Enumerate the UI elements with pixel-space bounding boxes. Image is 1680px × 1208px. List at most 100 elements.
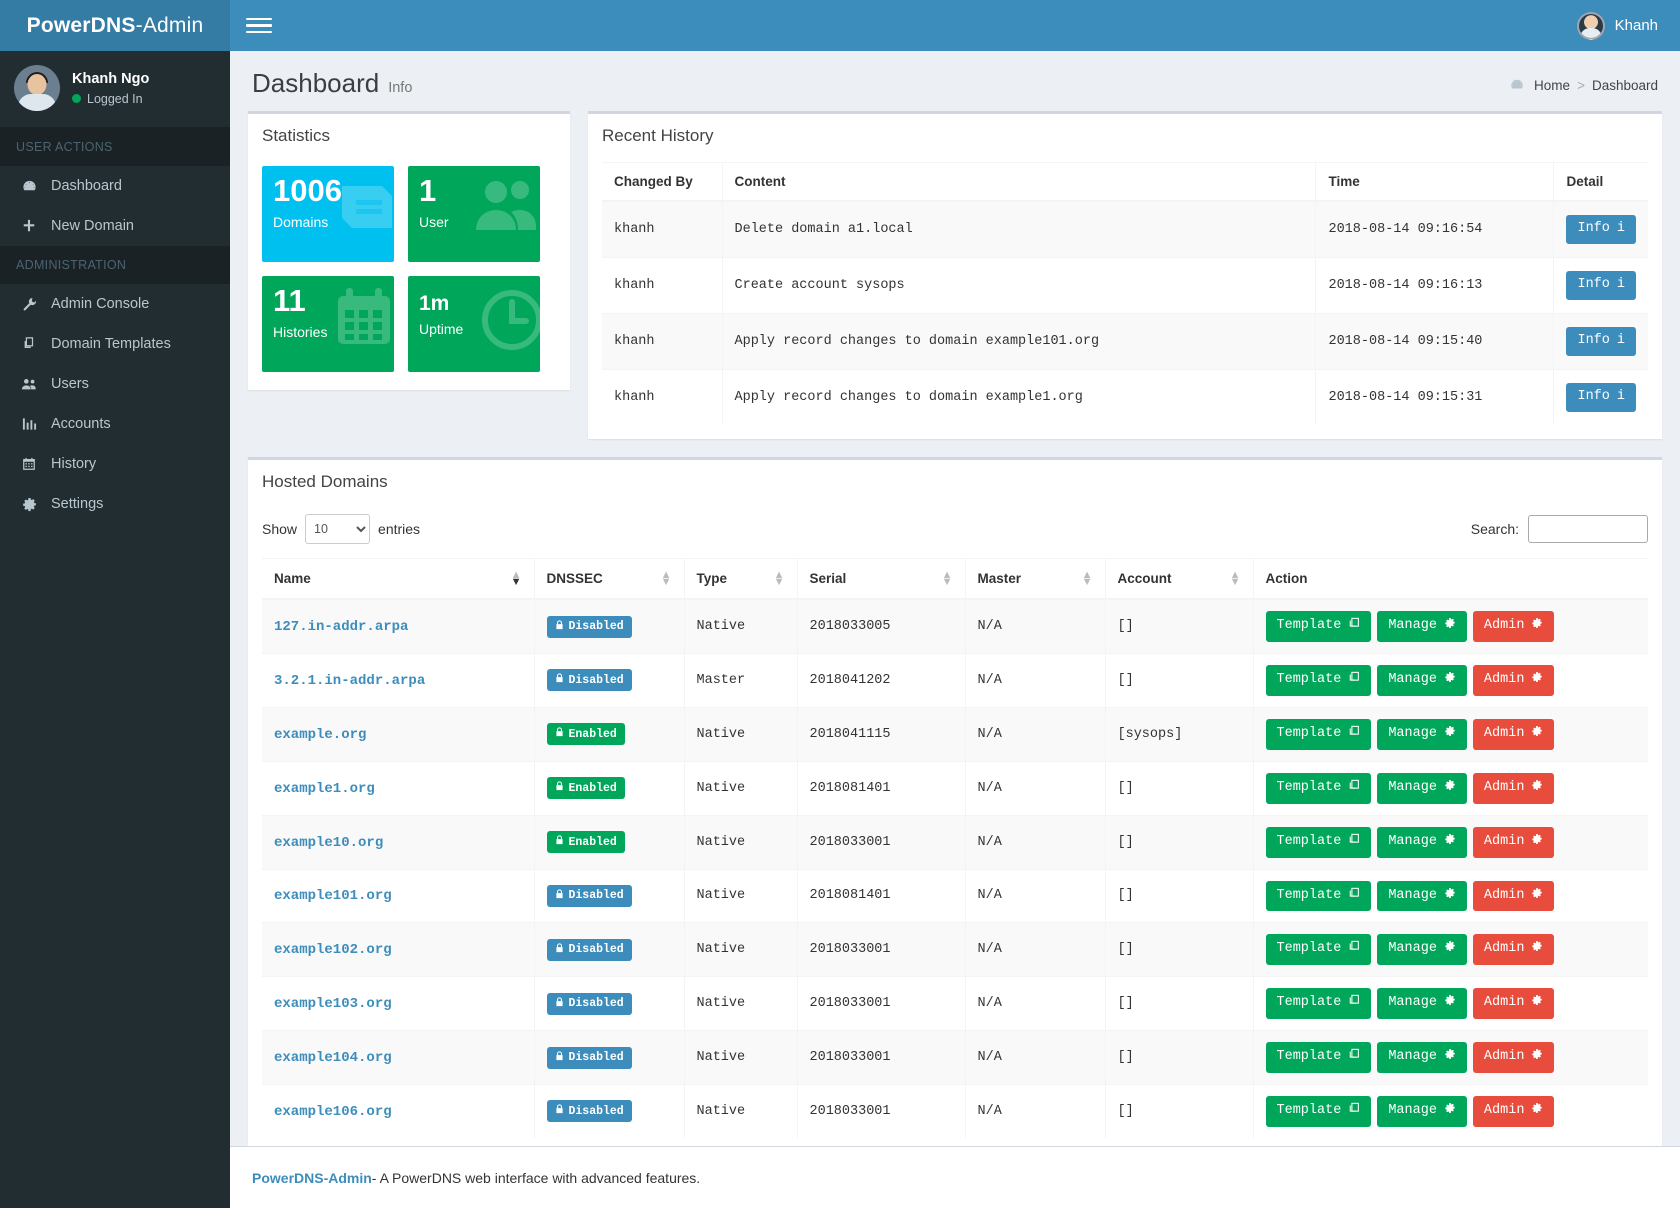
- cell-type: Native: [684, 815, 797, 869]
- manage-button[interactable]: Manage: [1377, 773, 1467, 804]
- domain-link[interactable]: example1.org: [274, 781, 375, 797]
- main-content: Dashboard Info Home > Dashboard Statisti…: [230, 51, 1680, 1208]
- sidebar-item-settings[interactable]: Settings: [0, 484, 230, 524]
- statistics-panel: Statistics 1006 Domains: [248, 111, 570, 390]
- template-button[interactable]: Template: [1266, 1096, 1372, 1127]
- manage-button[interactable]: Manage: [1377, 827, 1467, 858]
- domain-link[interactable]: 127.in-addr.arpa: [274, 619, 408, 635]
- domain-link[interactable]: 3.2.1.in-addr.arpa: [274, 673, 425, 689]
- manage-button-label: Manage: [1388, 995, 1437, 1012]
- domain-link[interactable]: example104.org: [274, 1050, 392, 1066]
- stat-box-user[interactable]: 1 User: [408, 166, 540, 262]
- app-logo[interactable]: PowerDNS-Admin: [0, 0, 230, 51]
- stat-box-uptime[interactable]: 1m Uptime: [408, 276, 540, 372]
- sidebar-item-label: New Domain: [51, 218, 134, 234]
- template-button[interactable]: Template: [1266, 827, 1372, 858]
- gear-icon: [1531, 779, 1543, 798]
- table-row: 127.in-addr.arpaDisabledNative2018033005…: [262, 599, 1648, 653]
- info-button[interactable]: Info i: [1566, 215, 1636, 244]
- sidebar-item-new-domain[interactable]: New Domain: [0, 206, 230, 246]
- status-badge-label: Enabled: [569, 836, 617, 849]
- manage-button[interactable]: Manage: [1377, 611, 1467, 642]
- domain-link[interactable]: example10.org: [274, 835, 383, 851]
- info-button[interactable]: Info i: [1566, 383, 1636, 412]
- column-header-serial[interactable]: Serial ▲▼: [797, 558, 965, 599]
- table-row: example104.orgDisabledNative2018033001N/…: [262, 1031, 1648, 1085]
- cell-type: Master: [684, 654, 797, 708]
- datatable-controls: Show 102550100 entries Search:: [262, 508, 1648, 558]
- cell-dnssec: Disabled: [534, 1031, 684, 1085]
- entries-label: entries: [378, 521, 420, 537]
- lock-icon: [555, 673, 564, 687]
- stat-value: 1: [419, 175, 529, 208]
- sidebar-item-admin-console[interactable]: Admin Console: [0, 284, 230, 324]
- stat-label: Domains: [273, 214, 383, 230]
- sidebar-item-domain-templates[interactable]: Domain Templates: [0, 324, 230, 364]
- template-button[interactable]: Template: [1266, 773, 1372, 804]
- domain-link[interactable]: example.org: [274, 727, 366, 743]
- domain-link[interactable]: example102.org: [274, 942, 392, 958]
- template-button[interactable]: Template: [1266, 988, 1372, 1019]
- manage-button[interactable]: Manage: [1377, 988, 1467, 1019]
- navbar-user-menu[interactable]: Khanh: [1565, 0, 1680, 51]
- admin-button[interactable]: Admin: [1473, 665, 1555, 696]
- column-header-dnssec[interactable]: DNSSEC ▲▼: [534, 558, 684, 599]
- sidebar-item-dashboard[interactable]: Dashboard: [0, 166, 230, 206]
- column-label: Account: [1118, 571, 1172, 586]
- domain-link[interactable]: example103.org: [274, 996, 392, 1012]
- gear-icon: [1444, 994, 1456, 1013]
- breadcrumb-separator: >: [1577, 78, 1585, 93]
- copy-icon: [1348, 671, 1360, 690]
- admin-button[interactable]: Admin: [1473, 827, 1555, 858]
- info-button[interactable]: Info i: [1566, 271, 1636, 300]
- admin-button[interactable]: Admin: [1473, 611, 1555, 642]
- breadcrumb-home[interactable]: Home: [1534, 78, 1570, 93]
- hamburger-icon[interactable]: [246, 13, 272, 39]
- search-control: Search:: [1471, 515, 1648, 543]
- cell-action: TemplateManageAdmin: [1253, 869, 1648, 923]
- info-button-label: Info: [1577, 389, 1609, 406]
- admin-button[interactable]: Admin: [1473, 1096, 1555, 1127]
- column-header-type[interactable]: Type ▲▼: [684, 558, 797, 599]
- template-button[interactable]: Template: [1266, 719, 1372, 750]
- template-button[interactable]: Template: [1266, 881, 1372, 912]
- status-badge-label: Disabled: [569, 997, 624, 1010]
- cell-master: N/A: [965, 869, 1105, 923]
- sidebar-item-accounts[interactable]: Accounts: [0, 404, 230, 444]
- manage-button[interactable]: Manage: [1377, 665, 1467, 696]
- column-header-name[interactable]: Name ▲▼: [262, 558, 534, 599]
- admin-button[interactable]: Admin: [1473, 881, 1555, 912]
- domain-link[interactable]: example106.org: [274, 1104, 392, 1120]
- search-input[interactable]: [1528, 515, 1648, 543]
- app-root: PowerDNS-Admin Khanh Khanh Ngo Logged In: [0, 0, 1680, 1208]
- info-button[interactable]: Info i: [1566, 327, 1636, 356]
- template-button[interactable]: Template: [1266, 934, 1372, 965]
- cell-dnssec: Disabled: [534, 654, 684, 708]
- manage-button[interactable]: Manage: [1377, 719, 1467, 750]
- column-header-master[interactable]: Master ▲▼: [965, 558, 1105, 599]
- cell-type: Native: [684, 1085, 797, 1138]
- page-length-select[interactable]: 102550100: [305, 514, 370, 544]
- copy-icon: [1348, 725, 1360, 744]
- cell-name: 127.in-addr.arpa: [262, 599, 534, 653]
- admin-button[interactable]: Admin: [1473, 988, 1555, 1019]
- manage-button[interactable]: Manage: [1377, 881, 1467, 912]
- column-header-account[interactable]: Account ▲▼: [1105, 558, 1253, 599]
- gear-icon: [1531, 833, 1543, 852]
- template-button[interactable]: Template: [1266, 611, 1372, 642]
- admin-button[interactable]: Admin: [1473, 1042, 1555, 1073]
- manage-button[interactable]: Manage: [1377, 934, 1467, 965]
- stat-box-histories[interactable]: 11 Histories: [262, 276, 394, 372]
- sidebar-item-users[interactable]: Users: [0, 364, 230, 404]
- manage-button[interactable]: Manage: [1377, 1042, 1467, 1073]
- sidebar-item-history[interactable]: History: [0, 444, 230, 484]
- admin-button[interactable]: Admin: [1473, 934, 1555, 965]
- cell-content: Delete domain a1.local: [722, 201, 1316, 257]
- admin-button[interactable]: Admin: [1473, 773, 1555, 804]
- manage-button[interactable]: Manage: [1377, 1096, 1467, 1127]
- template-button[interactable]: Template: [1266, 1042, 1372, 1073]
- admin-button[interactable]: Admin: [1473, 719, 1555, 750]
- stat-box-domains[interactable]: 1006 Domains: [262, 166, 394, 262]
- domain-link[interactable]: example101.org: [274, 888, 392, 904]
- template-button[interactable]: Template: [1266, 665, 1372, 696]
